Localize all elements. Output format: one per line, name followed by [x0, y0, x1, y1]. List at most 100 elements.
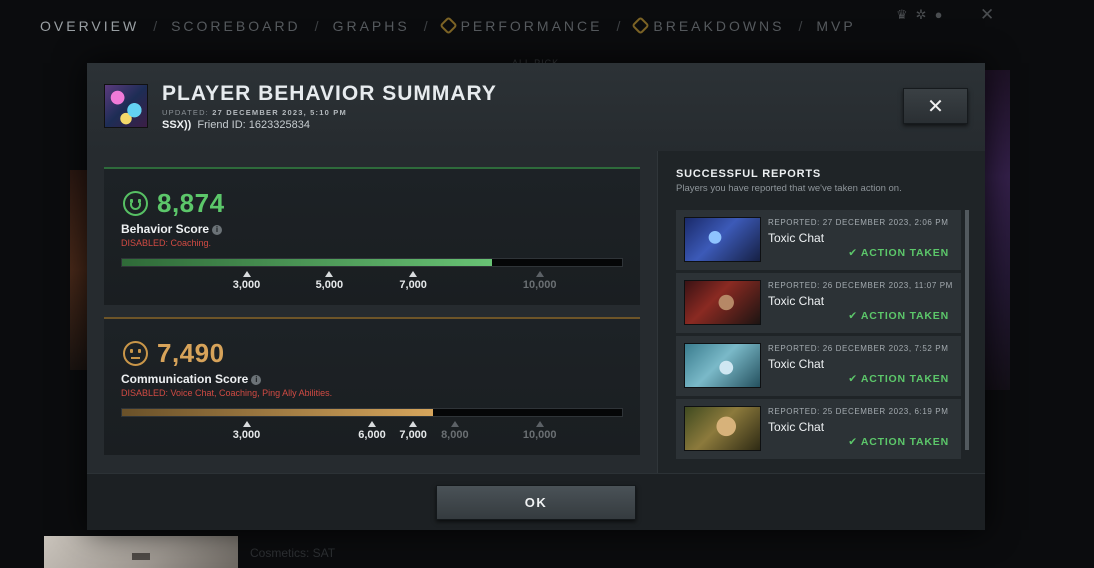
- communication-tick-label: 10,000: [522, 429, 557, 441]
- report-status-text: ACTION TAKEN: [860, 310, 949, 322]
- plus-hex-icon: [438, 16, 458, 35]
- bell-icon[interactable]: ●: [935, 7, 943, 23]
- behavior-tick-label: 3,000: [232, 279, 261, 291]
- nav-separator: /: [153, 18, 158, 34]
- report-status: ✔ ACTION TAKEN: [848, 436, 949, 448]
- report-item[interactable]: REPORTED: 26 DECEMBER 2023, 11:07 PM Tox…: [676, 273, 961, 333]
- ok-button[interactable]: OK: [436, 485, 636, 520]
- report-reason: Toxic Chat: [768, 231, 825, 245]
- report-status: ✔ ACTION TAKEN: [848, 373, 949, 385]
- updated-label: UPDATED:: [162, 108, 209, 117]
- checkmark-icon: ✔: [848, 373, 858, 385]
- updated-value: 27 DECEMBER 2023, 5:10 PM: [212, 108, 347, 117]
- behavior-score-value: 8,874: [157, 188, 225, 218]
- report-list: REPORTED: 27 DECEMBER 2023, 2:06 PM Toxi…: [676, 210, 961, 462]
- background-nav: OVERVIEW / SCOREBOARD / GRAPHS / PERFORM…: [40, 16, 856, 36]
- reports-title: SUCCESSFUL REPORTS: [676, 168, 821, 180]
- close-icon: ✕: [927, 95, 944, 118]
- communication-score-panel: 7,490 Communication Score i DISABLED: Voi…: [104, 317, 640, 455]
- nav-separator: /: [798, 18, 803, 34]
- hero-portrait: [684, 343, 761, 388]
- nav-graphs[interactable]: GRAPHS: [333, 18, 410, 34]
- modal-footer: OK: [87, 473, 985, 530]
- behavior-tick-marker: [242, 271, 251, 277]
- behavior-tick-marker: [535, 271, 544, 277]
- hero-portrait: [684, 280, 761, 325]
- nav-separator: /: [314, 18, 319, 34]
- nav-overview[interactable]: OVERVIEW: [40, 18, 139, 34]
- score-area: 8,874 Behavior Score i DISABLED: Coaching…: [87, 151, 657, 473]
- background-close-icon[interactable]: ✕: [980, 5, 994, 25]
- communication-progress-bar: [121, 408, 623, 417]
- player-info: SSX)) Friend ID: 1623325834: [162, 119, 310, 131]
- report-reason: Toxic Chat: [768, 294, 825, 308]
- nav-breakdowns[interactable]: BREAKDOWNS: [631, 16, 785, 35]
- background-hero-art-left: [70, 170, 88, 370]
- player-name: SSX)): [162, 119, 192, 131]
- checkmark-icon: ✔: [848, 247, 858, 259]
- report-date: REPORTED: 27 DECEMBER 2023, 2:06 PM: [768, 218, 949, 227]
- nav-mvp[interactable]: MVP: [816, 18, 855, 34]
- checkmark-icon: ✔: [848, 310, 858, 322]
- behavior-progress-bar: [121, 258, 623, 267]
- nav-performance[interactable]: PERFORMANCE: [438, 16, 603, 35]
- report-status: ✔ ACTION TAKEN: [848, 310, 949, 322]
- modal-header: PLAYER BEHAVIOR SUMMARY UPDATED: 27 DECE…: [87, 63, 985, 151]
- hero-portrait: [684, 217, 761, 262]
- reports-scrollbar[interactable]: [965, 210, 969, 450]
- player-avatar: [104, 84, 148, 128]
- nav-performance-label: PERFORMANCE: [460, 18, 603, 34]
- nav-separator: /: [423, 18, 428, 34]
- behavior-progress-fill: [122, 259, 492, 266]
- communication-score-label-text: Communication Score: [121, 372, 249, 386]
- behavior-tick-marker: [325, 271, 334, 277]
- report-reason: Toxic Chat: [768, 357, 825, 371]
- close-button[interactable]: ✕: [903, 88, 968, 124]
- background-toolbar-icons: ♛ ✲ ●: [896, 7, 942, 23]
- communication-tick-label: 8,000: [441, 429, 469, 441]
- background-thumbnail: [44, 536, 238, 568]
- happy-face-icon: [123, 191, 148, 216]
- behavior-tick-label: 10,000: [522, 279, 557, 291]
- nav-separator: /: [616, 18, 621, 34]
- behavior-score-label-text: Behavior Score: [121, 222, 210, 236]
- reports-subtitle: Players you have reported that we've tak…: [676, 183, 902, 194]
- report-status-text: ACTION TAKEN: [860, 436, 949, 448]
- friend-id: Friend ID: 1623325834: [197, 119, 310, 131]
- plus-hex-icon: [631, 16, 651, 35]
- report-item[interactable]: REPORTED: 25 DECEMBER 2023, 6:19 PM Toxi…: [676, 399, 961, 459]
- report-date: REPORTED: 26 DECEMBER 2023, 7:52 PM: [768, 344, 949, 353]
- info-icon[interactable]: i: [251, 375, 262, 385]
- behavior-score-label: Behavior Score i: [121, 222, 223, 236]
- behavior-score-panel: 8,874 Behavior Score i DISABLED: Coaching…: [104, 167, 640, 305]
- communication-tick-marker: [450, 421, 459, 427]
- report-item[interactable]: REPORTED: 26 DECEMBER 2023, 7:52 PM Toxi…: [676, 336, 961, 396]
- report-date: REPORTED: 26 DECEMBER 2023, 11:07 PM: [768, 281, 953, 290]
- crown-icon[interactable]: ♛: [896, 7, 908, 23]
- communication-tick-marker: [535, 421, 544, 427]
- communication-tick-label: 6,000: [358, 429, 386, 441]
- nav-scoreboard[interactable]: SCOREBOARD: [171, 18, 301, 34]
- checkmark-icon: ✔: [848, 436, 858, 448]
- settings-icon[interactable]: ✲: [916, 7, 927, 23]
- behavior-summary-modal: PLAYER BEHAVIOR SUMMARY UPDATED: 27 DECE…: [87, 63, 985, 530]
- behavior-tick-label: 7,000: [399, 279, 427, 291]
- report-status-text: ACTION TAKEN: [860, 247, 949, 259]
- ok-button-label: OK: [524, 495, 548, 510]
- communication-disabled-text: DISABLED: Voice Chat, Coaching, Ping All…: [121, 388, 333, 398]
- behavior-disabled-text: DISABLED: Coaching.: [121, 238, 212, 248]
- communication-tick-marker: [368, 421, 376, 427]
- communication-tick-label: 7,000: [399, 429, 427, 441]
- report-date: REPORTED: 25 DECEMBER 2023, 6:19 PM: [768, 407, 949, 416]
- reports-area: SUCCESSFUL REPORTS Players you have repo…: [657, 151, 985, 473]
- behavior-tick-label: 5,000: [315, 279, 344, 291]
- communication-tick-marker: [242, 421, 251, 427]
- communication-tick-label: 3,000: [232, 429, 261, 441]
- info-icon[interactable]: i: [212, 225, 223, 235]
- hero-portrait: [684, 406, 761, 451]
- communication-progress-fill: [122, 409, 433, 416]
- report-item[interactable]: REPORTED: 27 DECEMBER 2023, 2:06 PM Toxi…: [676, 210, 961, 270]
- report-status-text: ACTION TAKEN: [860, 373, 949, 385]
- background-bottom-text: Cosmetics: SAT: [250, 546, 336, 560]
- nav-breakdowns-label: BREAKDOWNS: [653, 18, 785, 34]
